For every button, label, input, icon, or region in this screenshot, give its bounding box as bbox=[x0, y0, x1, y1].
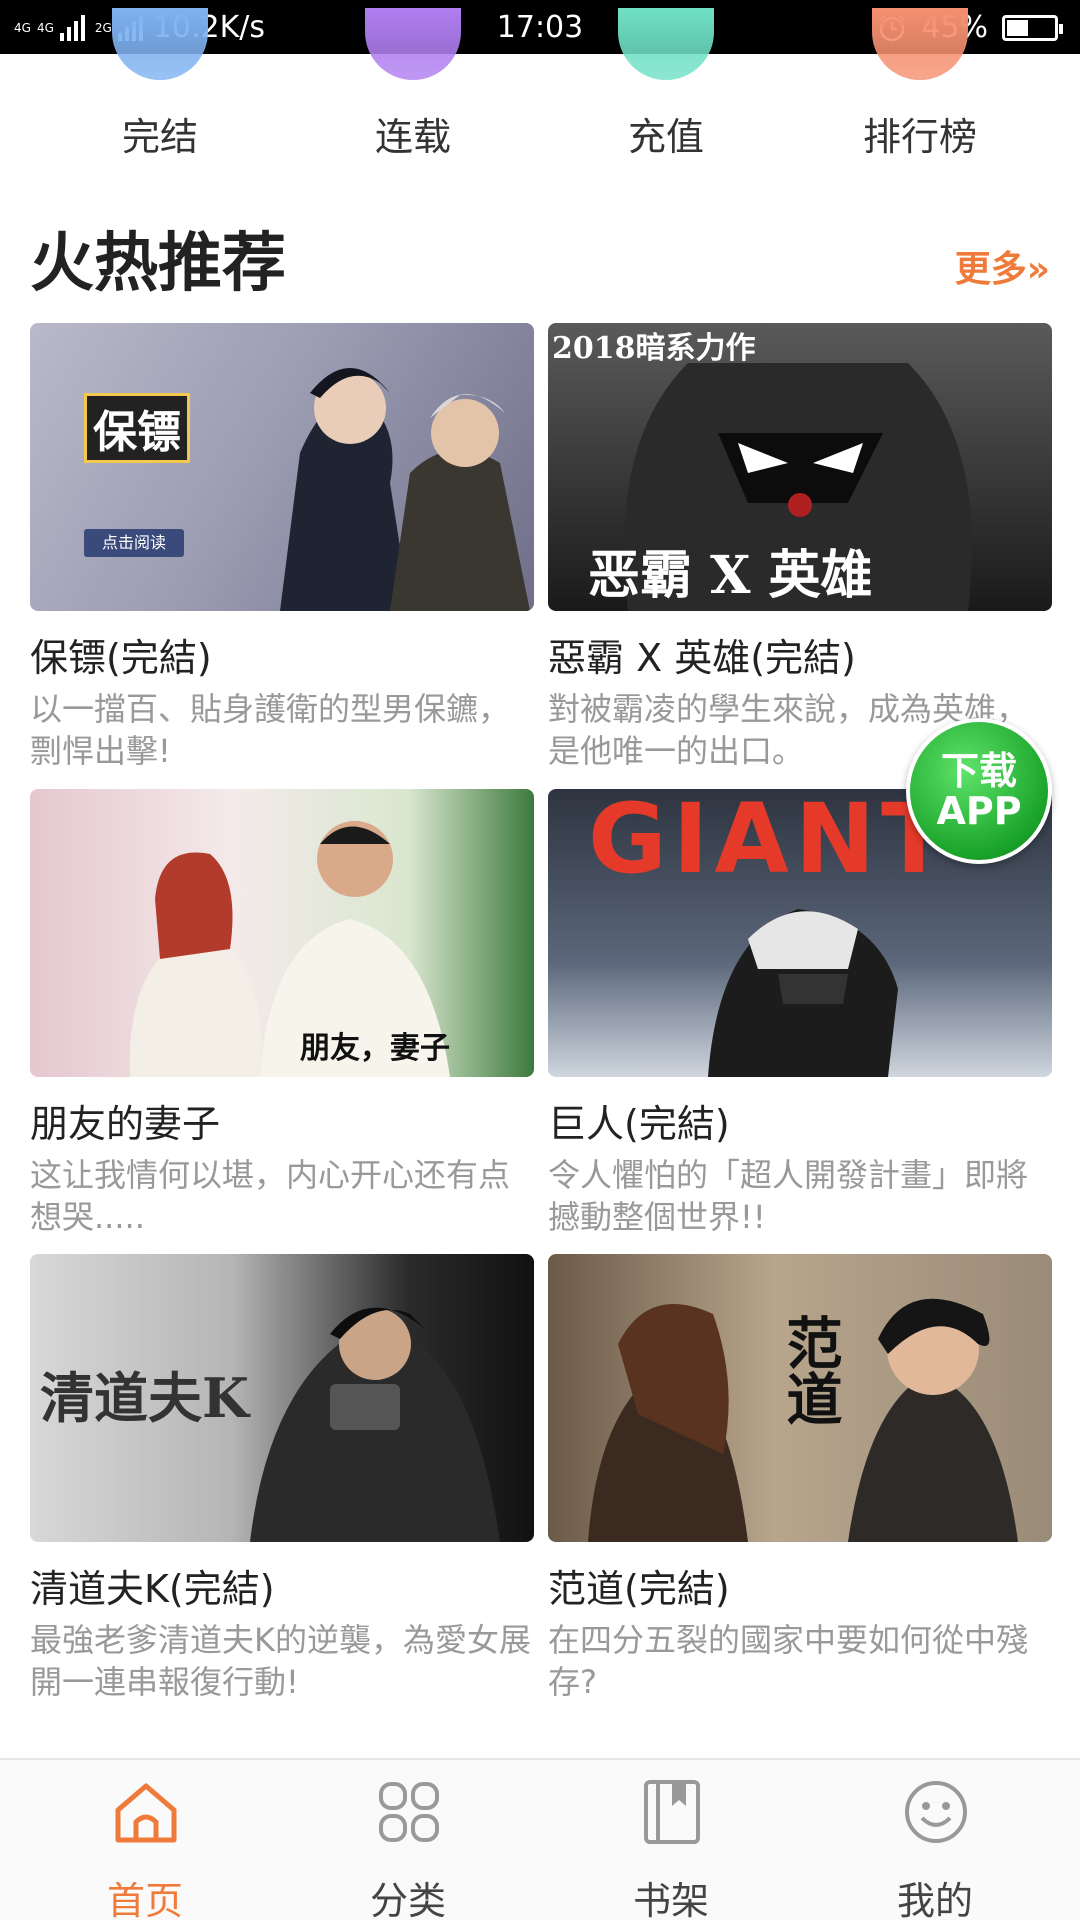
comic-title: 巨人(完結) bbox=[548, 1102, 730, 1146]
quick-nav: 完结 连载 充值 排行榜 bbox=[0, 8, 1080, 174]
comic-card[interactable]: 保镖 点击阅读 保镖(完結) 以一擋百、貼身護衛的型男保鑣，剽悍出擊! bbox=[30, 323, 534, 772]
cover-title: 恶霸 X 英雄 bbox=[588, 545, 873, 606]
download-app-line1: 下载 bbox=[940, 749, 1017, 793]
bookshelf-icon bbox=[644, 1780, 700, 1844]
comic-desc: 在四分五裂的國家中要如何從中殘存? bbox=[548, 1621, 1029, 1701]
cover-illustration bbox=[280, 368, 530, 611]
serializing-icon bbox=[365, 8, 461, 80]
section-title: 火热推荐 bbox=[30, 227, 286, 301]
cover-tagline: 2018暗系力作 bbox=[552, 331, 756, 366]
comic-title: 清道夫K(完結) bbox=[30, 1567, 275, 1611]
comic-title: 范道(完結) bbox=[548, 1567, 730, 1611]
comic-desc: 最強老爹清道夫K的逆襲，為愛女展開一連串報復行動! bbox=[30, 1621, 531, 1701]
cover-title: 清道夫K bbox=[40, 1366, 249, 1430]
tab-label: 分类 bbox=[369, 1879, 446, 1923]
comic-title: 保镖(完結) bbox=[30, 636, 212, 680]
download-app-line2: APP bbox=[936, 789, 1022, 833]
comic-cover[interactable]: 保镖 点击阅读 bbox=[30, 323, 534, 611]
comic-cover[interactable]: 清道夫K bbox=[30, 1254, 534, 1542]
quick-nav-label: 连载 bbox=[374, 115, 451, 159]
cover-title: GIANT bbox=[588, 789, 953, 895]
tab-label: 首页 bbox=[106, 1879, 183, 1923]
comic-desc: 以一擋百、貼身護衛的型男保鑣，剽悍出擊! bbox=[30, 690, 511, 770]
battery-icon bbox=[1002, 14, 1063, 41]
read-now-button: 点击阅读 bbox=[84, 529, 184, 557]
recharge-icon bbox=[618, 8, 714, 80]
comic-title: 惡霸 X 英雄(完結) bbox=[548, 636, 856, 680]
comic-cover[interactable]: 朋友，妻子 bbox=[30, 789, 534, 1077]
comic-card[interactable]: 朋友，妻子 朋友的妻子 这让我情何以堪，内心开心还有点想哭..... bbox=[30, 789, 534, 1238]
comic-card[interactable]: 范道 范道(完結) 在四分五裂的國家中要如何從中殘存? bbox=[548, 1254, 1052, 1703]
quick-nav-label: 排行榜 bbox=[862, 115, 977, 159]
tab-home[interactable]: 首页 bbox=[10, 1760, 280, 1923]
cover-title: 朋友，妻子 bbox=[300, 1031, 450, 1066]
smile-icon bbox=[905, 1781, 967, 1843]
comic-desc: 令人懼怕的「超人開發計畫」即將撼動整個世界!! bbox=[548, 1156, 1029, 1236]
tab-mine[interactable]: 我的 bbox=[800, 1760, 1070, 1923]
comic-desc: 这让我情何以堪，内心开心还有点想哭..... bbox=[30, 1156, 511, 1236]
tab-label: 书架 bbox=[632, 1879, 709, 1923]
download-app-button[interactable]: 下载 APP bbox=[906, 718, 1052, 864]
finished-icon bbox=[112, 8, 208, 80]
cover-title: 保镖 bbox=[84, 393, 190, 463]
quick-nav-label: 完结 bbox=[121, 115, 198, 159]
comic-cover[interactable]: 范道 bbox=[548, 1254, 1052, 1542]
more-link[interactable]: 更多» bbox=[955, 240, 1050, 292]
bottom-tab-bar: 首页 分类 书架 我的 bbox=[0, 1758, 1080, 1923]
quick-nav-label: 充值 bbox=[627, 115, 704, 159]
comic-cover[interactable]: 2018暗系力作 恶霸 X 英雄 bbox=[548, 323, 1052, 611]
tab-category[interactable]: 分类 bbox=[273, 1760, 543, 1923]
home-icon bbox=[115, 1783, 177, 1843]
cover-title: 范道 bbox=[777, 1314, 843, 1426]
cover-illustration bbox=[129, 821, 450, 1077]
tab-label: 我的 bbox=[896, 1879, 973, 1923]
tab-bookshelf[interactable]: 书架 bbox=[536, 1760, 806, 1923]
comic-title: 朋友的妻子 bbox=[30, 1102, 221, 1146]
grid-icon bbox=[379, 1782, 439, 1842]
comic-card[interactable]: 清道夫K 清道夫K(完結) 最強老爹清道夫K的逆襲，為愛女展開一連串報復行動! bbox=[30, 1254, 534, 1703]
comic-card[interactable]: 2018暗系力作 恶霸 X 英雄 惡霸 X 英雄(完結) 對被霸凌的學生來說，成… bbox=[548, 323, 1052, 772]
ranking-icon bbox=[872, 8, 968, 80]
